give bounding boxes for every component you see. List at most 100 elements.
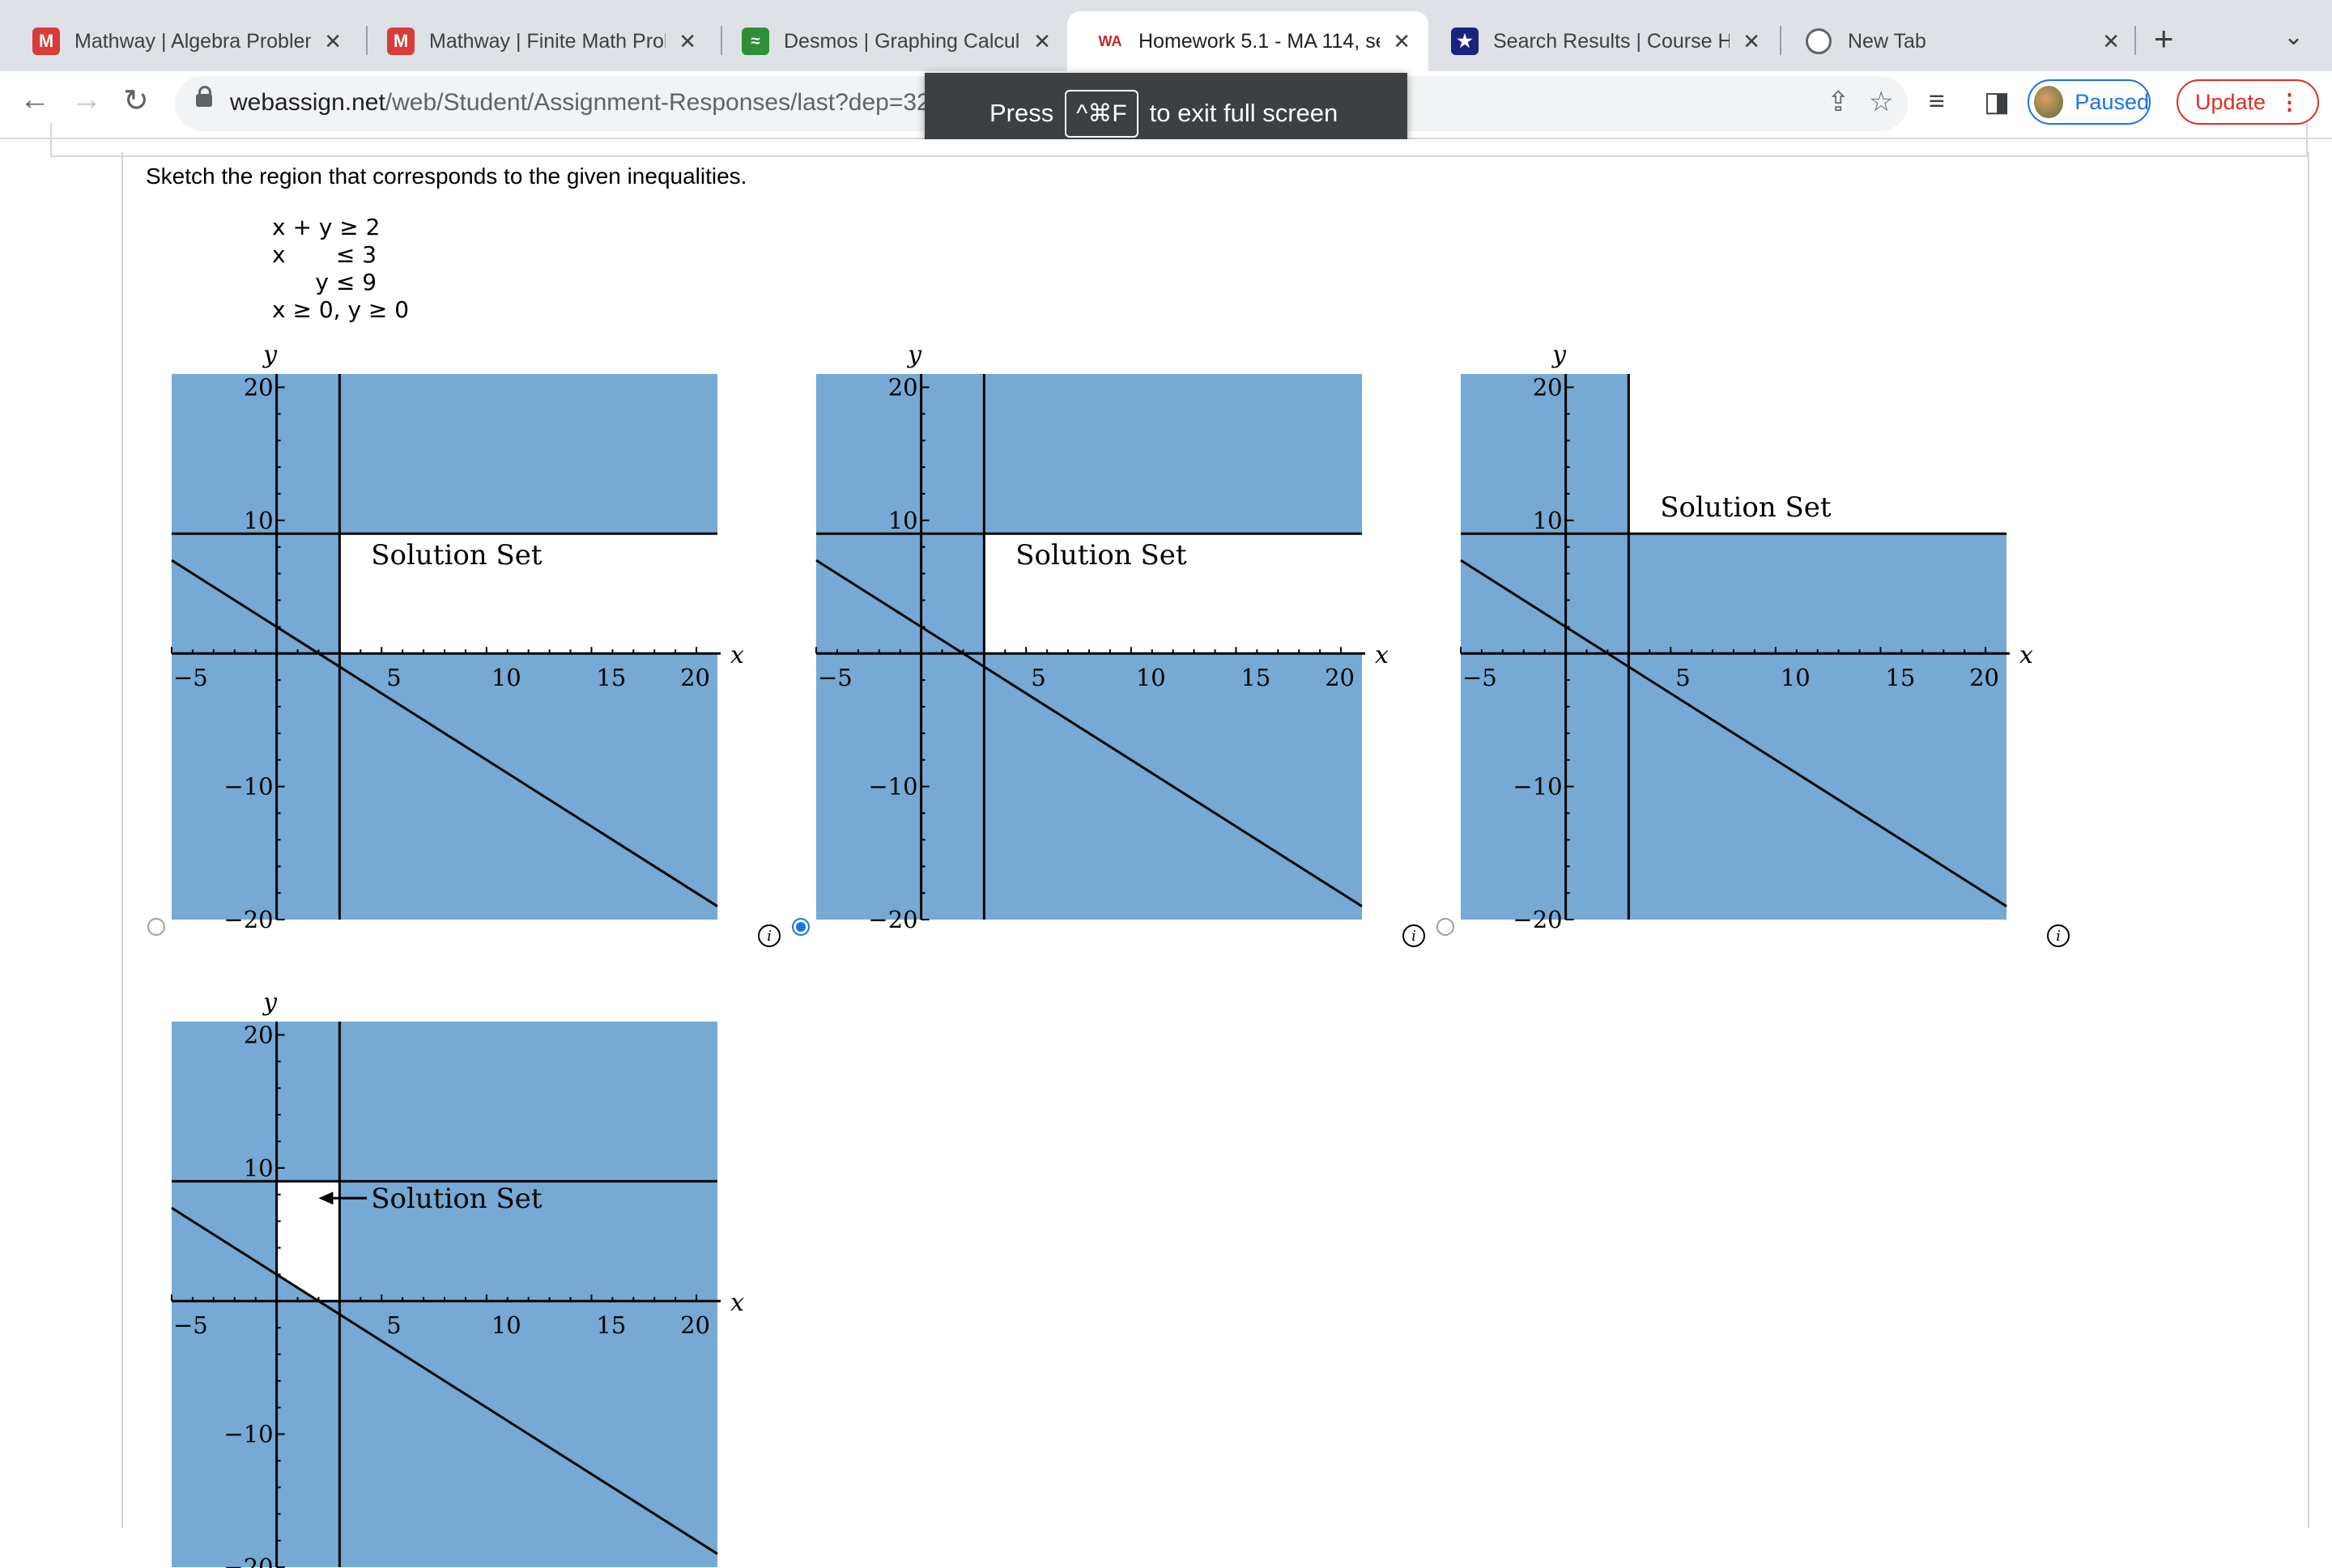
solution-set-label: Solution Set	[1660, 491, 1832, 524]
tab-mathway-algebra[interactable]: M Mathway | Algebra Problem ✕	[3, 11, 360, 71]
y-tick-label: 20	[244, 1021, 274, 1048]
question-prompt: Sketch the region that corresponds to th…	[146, 164, 747, 189]
inequality-3: y ≤ 9	[272, 269, 377, 295]
url-host: webassign.net	[230, 89, 385, 116]
tab-homework[interactable]: WA Homework 5.1 - MA 114, se ✕	[1067, 11, 1428, 71]
info-icon[interactable]: i	[758, 924, 781, 947]
y-tick-label: 10	[888, 507, 918, 534]
x-tick-label: 5	[386, 664, 401, 691]
x-axis-label: x	[1375, 641, 1389, 669]
answer-graph-3: −5 5 10 15 20 20 10 −10 −20 x y Solution Set	[1435, 341, 2050, 933]
answer-graph-2: −5 5 10 15 20 20 10 −10 −20 x y Solution Set	[790, 341, 1406, 933]
x-tick-label: 15	[1240, 664, 1270, 691]
y-tick-label: 20	[244, 373, 274, 401]
side-panel-icon[interactable]: ◨	[1984, 86, 2010, 118]
x-tick-label: 15	[596, 1311, 626, 1339]
profile-button[interactable]: Paused	[2028, 79, 2151, 125]
profile-status: Paused	[2075, 89, 2149, 114]
y-tick-label: 10	[244, 1154, 274, 1182]
answer-radio-2[interactable]	[792, 918, 810, 936]
region-edge	[2006, 374, 2008, 534]
answer-radio-1[interactable]	[147, 918, 165, 936]
page-content: Sketch the region that corresponds to th…	[0, 123, 2332, 1568]
info-icon[interactable]: i	[1402, 924, 1425, 947]
inequality-list: x + y ≥ 2x ≤ 3 y ≤ 9x ≥ 0, y ≥ 0	[272, 214, 409, 324]
close-icon[interactable]: ✕	[679, 29, 696, 54]
x-tick-label: −5	[173, 1311, 208, 1339]
x-tick-label: −5	[818, 664, 853, 691]
tab-title: New Tab	[1848, 29, 1926, 53]
y-axis-label: y	[262, 988, 278, 1017]
x-axis-label: x	[730, 1289, 744, 1317]
tab-separator	[2134, 26, 2136, 55]
chrome-icon	[1806, 28, 1832, 54]
x-axis-label: x	[2019, 641, 2033, 669]
desmos-icon: ≈	[742, 28, 769, 55]
update-label: Update	[2194, 89, 2266, 114]
x-tick-label: 20	[680, 1311, 710, 1339]
tab-course-hero[interactable]: ★ Search Results | Course He ✕	[1422, 11, 1778, 71]
tab-new-tab[interactable]: New Tab ✕	[1777, 11, 2138, 71]
close-icon[interactable]: ✕	[1743, 29, 1760, 54]
close-icon[interactable]: ✕	[1033, 29, 1051, 54]
inequality-1: x + y ≥ 2	[272, 214, 381, 240]
tab-title: Homework 5.1 - MA 114, se	[1138, 29, 1380, 53]
tab-strip: M Mathway | Algebra Problem ✕ M Mathway …	[0, 0, 2332, 74]
x-tick-label: 10	[492, 1311, 521, 1339]
tab-desmos[interactable]: ≈ Desmos | Graphing Calcula ✕	[713, 11, 1069, 71]
y-tick-label: −20	[1513, 906, 1562, 933]
tab-title: Mathway | Finite Math Prob	[429, 29, 666, 53]
webassign-icon: WA	[1096, 28, 1124, 55]
tab-title: Desmos | Graphing Calcula	[784, 29, 1020, 53]
y-tick-label: 10	[244, 507, 274, 534]
y-tick-label: 20	[1533, 373, 1563, 401]
y-tick-label: −20	[223, 1553, 273, 1568]
answer-graph-1: −5 5 10 15 20 20 10 −10 −20 x y Solution Set	[146, 341, 761, 933]
tab-mathway-finite[interactable]: M Mathway | Finite Math Prob ✕	[358, 11, 714, 71]
solution-set-label: Solution Set	[371, 539, 543, 572]
update-button[interactable]: Update ⋮	[2177, 79, 2319, 125]
y-axis-label: y	[262, 341, 278, 369]
back-icon[interactable]: ←	[19, 83, 50, 117]
y-tick-label: −10	[868, 773, 917, 801]
y-axis-label: y	[906, 341, 922, 369]
y-tick-label: −20	[223, 906, 273, 933]
reload-icon[interactable]: ↻	[123, 83, 149, 119]
reading-list-icon[interactable]: ≡	[1929, 86, 1945, 117]
answer-radio-3[interactable]	[1436, 918, 1454, 936]
chevron-down-icon[interactable]: ⌄	[2283, 23, 2304, 51]
inequality-2: x ≤ 3	[272, 241, 377, 268]
avatar	[2034, 86, 2064, 118]
y-tick-label: 10	[1533, 507, 1563, 534]
close-icon[interactable]: ✕	[1393, 29, 1411, 54]
x-tick-label: 15	[1885, 664, 1915, 691]
x-tick-label: −5	[1462, 664, 1497, 691]
y-tick-label: −10	[223, 1421, 273, 1448]
mathway-icon: M	[32, 28, 60, 55]
x-tick-label: 5	[1675, 664, 1690, 691]
x-tick-label: 10	[1781, 664, 1811, 691]
x-tick-label: 20	[1969, 664, 1999, 691]
answer-graph-4: −5 5 10 15 20 20 10 −10 −20 x y Solution Set	[146, 988, 761, 1568]
forward-icon[interactable]: →	[71, 83, 102, 117]
new-tab-button[interactable]: +	[2154, 19, 2174, 58]
bookmark-star-icon[interactable]: ☆	[1869, 86, 1893, 118]
tab-title: Search Results | Course He	[1493, 29, 1730, 53]
y-tick-label: −10	[1513, 773, 1562, 801]
x-tick-label: 20	[680, 664, 710, 691]
more-menu-icon: ⋮	[2279, 89, 2301, 114]
url-path: /web/Student/Assignment-Responses/last?d…	[385, 89, 1011, 116]
close-icon[interactable]: ✕	[324, 29, 342, 54]
shaded-region	[172, 1022, 717, 1567]
x-tick-label: 10	[492, 664, 521, 691]
inequality-4: x ≥ 0, y ≥ 0	[272, 296, 410, 323]
lock-icon[interactable]	[196, 86, 212, 107]
url-text[interactable]: webassign.net/web/Student/Assignment-Res…	[230, 89, 1011, 117]
tab-title: Mathway | Algebra Problem	[74, 29, 311, 53]
x-tick-label: −5	[173, 664, 208, 691]
share-icon[interactable]: ⇪	[1827, 86, 1850, 118]
x-tick-label: 5	[1031, 664, 1045, 691]
info-icon[interactable]: i	[2047, 924, 2070, 947]
x-tick-label: 5	[386, 1311, 401, 1339]
close-icon[interactable]: ✕	[2102, 29, 2120, 54]
